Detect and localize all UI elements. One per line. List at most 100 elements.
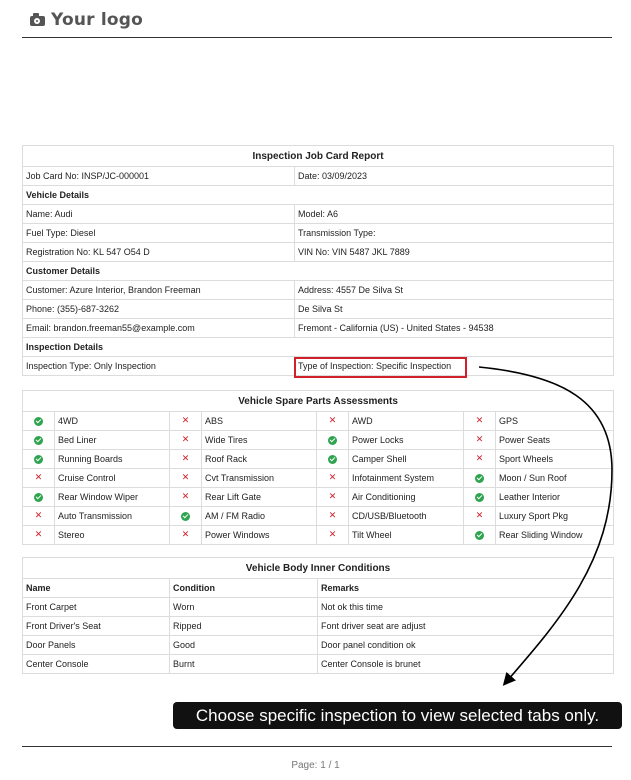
- cross-icon: ✕: [328, 530, 337, 541]
- cross-icon: ✕: [475, 435, 484, 446]
- status-cell: [463, 487, 496, 507]
- spare-parts-title: Vehicle Spare Parts Assessments: [21, 390, 615, 412]
- spare-part-label: Rear Sliding Window: [494, 525, 615, 545]
- spare-part-label: Bed Liner: [54, 430, 170, 450]
- spare-part-label: Rear Lift Gate: [201, 487, 317, 507]
- cross-icon: ✕: [328, 416, 337, 427]
- status-cell: ✕: [463, 449, 496, 469]
- condition-name: Front Driver's Seat: [22, 616, 170, 636]
- status-cell: ✕: [169, 468, 202, 488]
- spare-part-label: CD/USB/Bluetooth: [348, 506, 464, 526]
- condition-remarks: Door panel condition ok: [316, 635, 615, 655]
- spare-part-label: AM / FM Radio: [201, 506, 317, 526]
- column-header-remarks: Remarks: [316, 578, 615, 598]
- condition-value: Worn: [169, 597, 318, 617]
- spare-part-label: Cruise Control: [54, 468, 170, 488]
- table-row: Front Carpet Worn Not ok this time: [22, 597, 615, 617]
- status-cell: [316, 449, 349, 469]
- status-cell: ✕: [316, 506, 349, 526]
- company-logo: Your logo: [30, 10, 143, 30]
- camera-icon: [30, 13, 45, 27]
- vehicle-model: Model: A6: [294, 204, 614, 224]
- status-cell: [463, 468, 496, 488]
- body-conditions-title: Vehicle Body Inner Conditions: [21, 557, 615, 579]
- status-cell: [316, 430, 349, 450]
- status-cell: ✕: [463, 430, 496, 450]
- cross-icon: ✕: [328, 473, 337, 484]
- condition-remarks: Center Console is brunet: [316, 654, 615, 674]
- cross-icon: ✕: [181, 416, 190, 427]
- spare-parts-row: Running Boards ✕ Roof Rack Camper Shell ✕ Spo…: [22, 449, 615, 469]
- customer-name: Customer: Azure Interior, Brandon Freema…: [22, 280, 295, 300]
- cross-icon: ✕: [34, 530, 43, 541]
- status-cell: ✕: [169, 525, 202, 545]
- spare-part-label: Roof Rack: [201, 449, 317, 469]
- condition-name: Center Console: [22, 654, 170, 674]
- spare-parts-row: ✕ Auto Transmission AM / FM Radio ✕ CD/USB/B…: [22, 506, 615, 526]
- spare-part-label: AWD: [348, 411, 464, 431]
- status-cell: ✕: [169, 430, 202, 450]
- spare-part-label: GPS: [494, 411, 615, 431]
- condition-remarks: Font driver seat are adjust: [316, 616, 615, 636]
- vin-no: VIN No: VIN 5487 JKL 7889: [294, 242, 614, 262]
- cross-icon: ✕: [328, 511, 337, 522]
- table-row: Front Driver's Seat Ripped Font driver sea…: [22, 616, 615, 636]
- spare-parts-row: ✕ Cruise Control ✕ Cvt Transmission ✕ Infotai…: [22, 468, 615, 488]
- customer-address-line3: Fremont - California (US) - United State…: [294, 318, 614, 338]
- spare-part-label: Rear Window Wiper: [54, 487, 170, 507]
- status-cell: ✕: [22, 506, 55, 526]
- cross-icon: ✕: [328, 492, 337, 503]
- spare-part-label: Running Boards: [54, 449, 170, 469]
- cross-icon: ✕: [181, 454, 190, 465]
- footer-divider: [22, 746, 612, 747]
- status-cell: [463, 525, 496, 545]
- condition-name: Front Carpet: [22, 597, 170, 617]
- spare-part-label: Power Windows: [201, 525, 317, 545]
- registration-no: Registration No: KL 547 O54 D: [22, 242, 295, 262]
- job-card-date: Date: 03/09/2023: [294, 166, 614, 186]
- status-cell: ✕: [169, 487, 202, 507]
- check-circle-icon: [475, 493, 484, 503]
- job-card-no: Job Card No: INSP/JC-000001: [22, 166, 295, 186]
- spare-part-label: Auto Transmission: [54, 506, 170, 526]
- spare-part-label: Air Conditioning: [348, 487, 464, 507]
- spare-part-label: Sport Wheels: [494, 449, 615, 469]
- transmission-type: Transmission Type:: [294, 223, 614, 243]
- customer-email: Email: brandon.freeman55@example.com: [22, 318, 295, 338]
- spare-part-label: Moon / Sun Roof: [494, 468, 615, 488]
- check-circle-icon: [34, 493, 43, 503]
- status-cell: [22, 449, 55, 469]
- column-header-condition: Condition: [169, 578, 318, 598]
- cross-icon: ✕: [181, 473, 190, 484]
- job-card-table: Inspection Job Card Report Job Card No: …: [22, 145, 614, 376]
- vehicle-name: Name: Audi: [22, 204, 295, 224]
- spare-part-label: Power Locks: [348, 430, 464, 450]
- spare-parts-row: 4WD ✕ ABS ✕ AWD ✕ GPS: [22, 411, 615, 431]
- condition-remarks: Not ok this time: [316, 597, 615, 617]
- status-cell: ✕: [169, 449, 202, 469]
- check-circle-icon: [34, 455, 43, 465]
- spare-part-label: Infotainment System: [348, 468, 464, 488]
- spare-part-label: Camper Shell: [348, 449, 464, 469]
- check-circle-icon: [328, 455, 337, 465]
- status-cell: [22, 430, 55, 450]
- status-cell: ✕: [316, 468, 349, 488]
- cross-icon: ✕: [34, 511, 43, 522]
- check-circle-icon: [475, 474, 484, 484]
- annotation-tooltip: Choose specific inspection to view selec…: [173, 702, 622, 729]
- spare-part-label: ABS: [201, 411, 317, 431]
- status-cell: ✕: [169, 411, 202, 431]
- report-page: Your logo Inspection Job Card Report Job…: [0, 0, 631, 780]
- spare-part-label: Tilt Wheel: [348, 525, 464, 545]
- spare-part-label: Power Seats: [494, 430, 615, 450]
- check-circle-icon: [181, 512, 190, 522]
- status-cell: ✕: [22, 468, 55, 488]
- cross-icon: ✕: [181, 492, 190, 503]
- cross-icon: ✕: [181, 435, 190, 446]
- cross-icon: ✕: [475, 416, 484, 427]
- customer-address-line2: De Silva St: [294, 299, 614, 319]
- column-header-name: Name: [22, 578, 170, 598]
- status-cell: [22, 487, 55, 507]
- check-circle-icon: [328, 436, 337, 446]
- spare-part-label: Stereo: [54, 525, 170, 545]
